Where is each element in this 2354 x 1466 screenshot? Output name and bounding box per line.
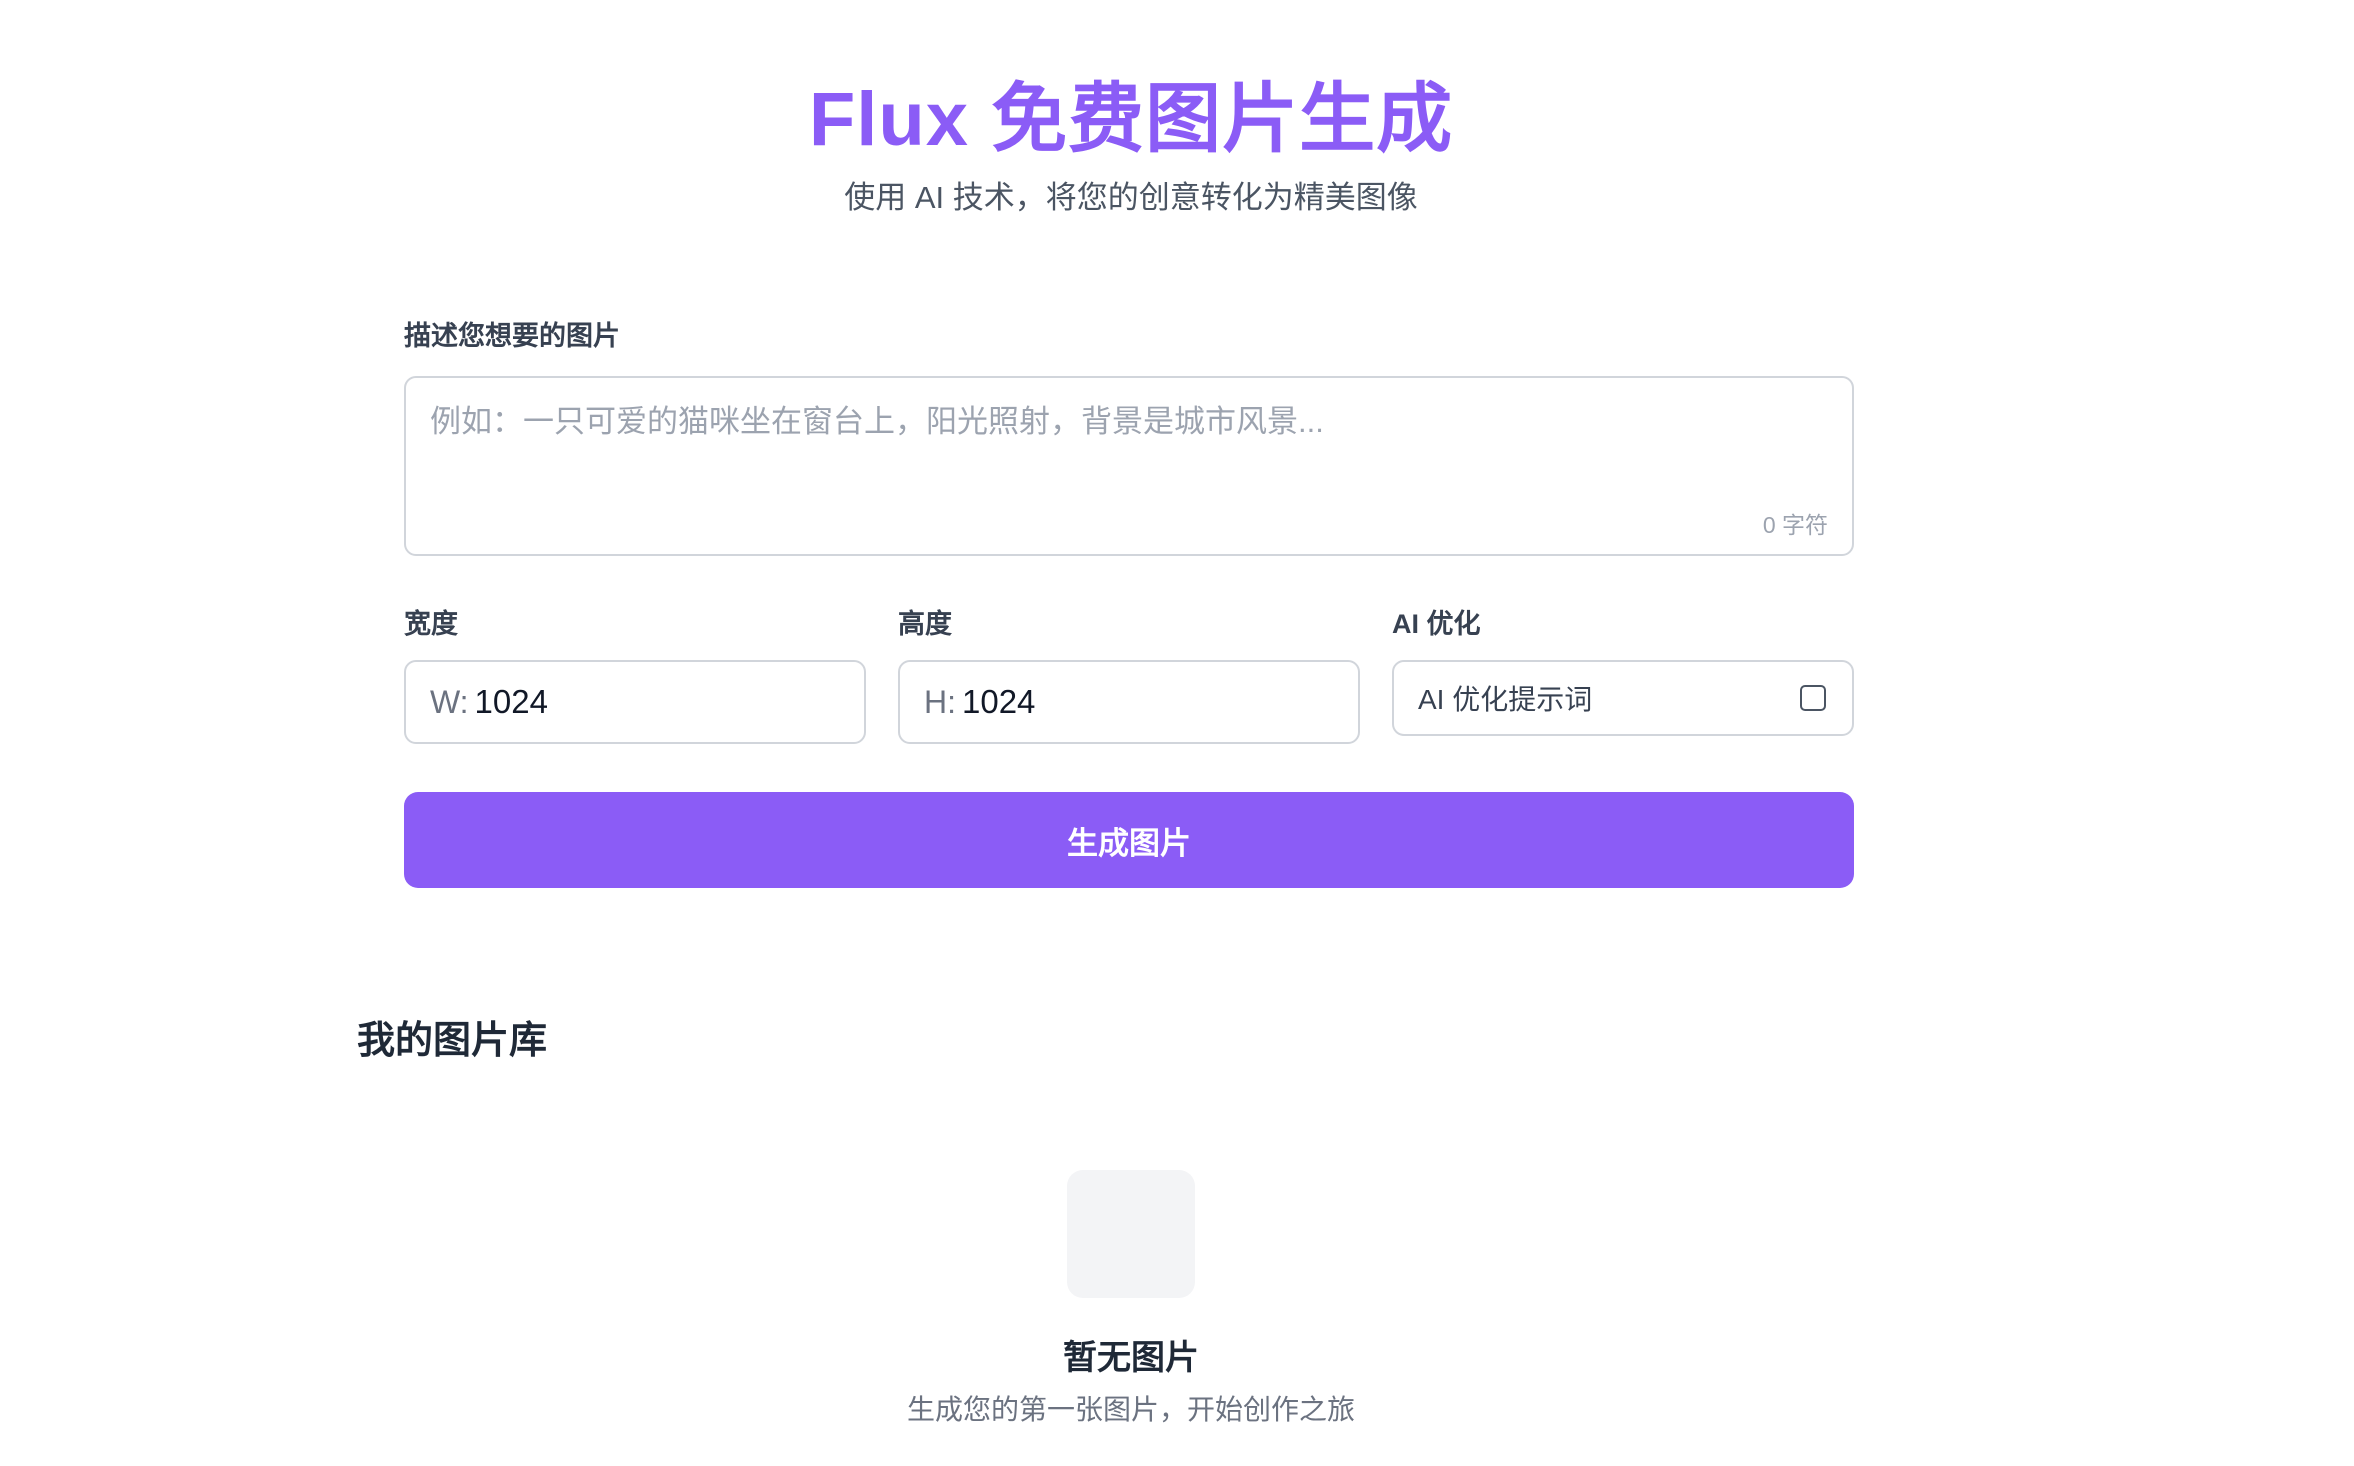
prompt-input[interactable] [406, 378, 1852, 554]
ai-optimize-label: AI 优化 [1392, 609, 1481, 639]
page: Flux 免费图片生成 使用 AI 技术，将您的创意转化为精美图像 描述您想要的… [0, 0, 2354, 1466]
height-field: 高度 H: [898, 606, 1360, 744]
options-row: 宽度 W: 高度 H: AI 优化 AI 优化提示词 [404, 606, 1854, 744]
prompt-container: 0 字符 [404, 376, 1854, 556]
page-title: Flux 免费图片生成 [808, 77, 1454, 162]
height-prefix: H: [924, 683, 956, 720]
height-input[interactable] [962, 683, 1262, 721]
width-prefix: W: [430, 683, 469, 720]
height-label: 高度 [898, 609, 952, 639]
width-input-box[interactable]: W: [404, 660, 866, 744]
width-input[interactable] [474, 683, 775, 721]
ai-optimize-field: AI 优化 AI 优化提示词 [1392, 606, 1854, 744]
ai-optimize-toggle[interactable]: AI 优化提示词 [1392, 660, 1854, 736]
prompt-label: 描述您想要的图片 [404, 321, 620, 351]
generate-button[interactable]: 生成图片 [404, 792, 1854, 888]
empty-image-icon [1067, 1170, 1195, 1298]
width-field: 宽度 W: [404, 606, 866, 744]
ai-optimize-checkbox[interactable] [1800, 685, 1826, 711]
page-subtitle: 使用 AI 技术，将您的创意转化为精美图像 [844, 180, 1418, 215]
height-input-box[interactable]: H: [898, 660, 1360, 744]
generation-form: 描述您想要的图片 0 字符 宽度 W: 高度 H: AI 优化 [404, 318, 1854, 888]
header: Flux 免费图片生成 使用 AI 技术，将您的创意转化为精美图像 [0, 70, 2262, 218]
ai-optimize-option-label: AI 优化提示词 [1418, 684, 1593, 715]
gallery-empty-state: 暂无图片 生成您的第一张图片，开始创作之旅 [0, 1170, 2262, 1428]
width-label: 宽度 [404, 609, 458, 639]
char-count: 0 字符 [1762, 512, 1828, 538]
gallery-title: 我的图片库 [357, 1020, 548, 1062]
empty-description: 生成您的第一张图片，开始创作之旅 [906, 1394, 1355, 1425]
empty-title: 暂无图片 [1063, 1339, 1199, 1377]
